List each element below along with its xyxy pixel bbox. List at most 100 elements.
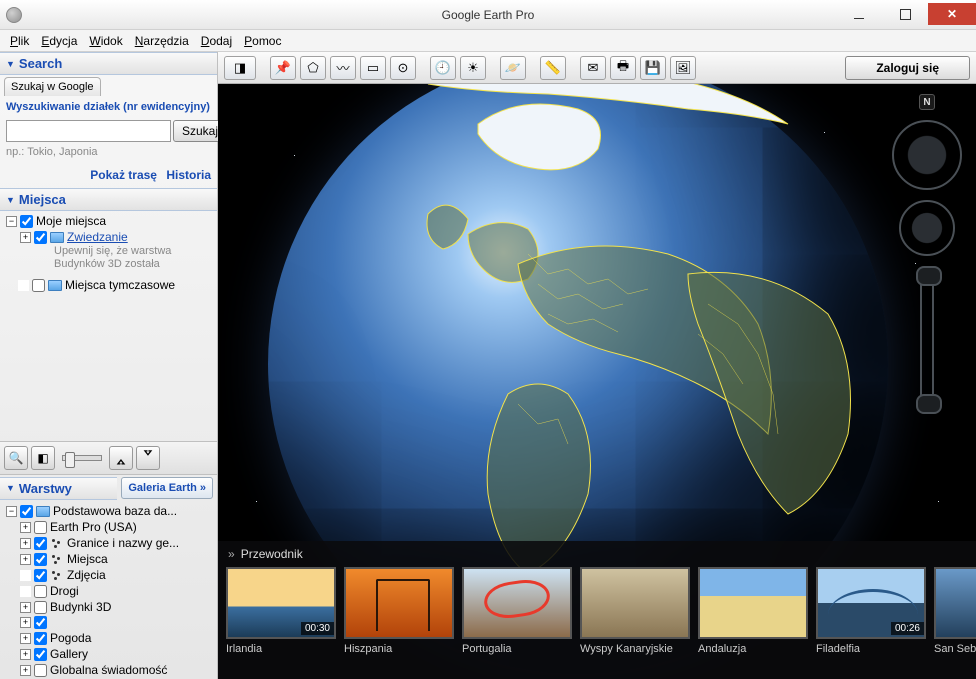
find-place-button[interactable]: 🔍 (4, 446, 28, 470)
main-area: ◨ 📌 ⬠ 〰 ▭ ⊙ 🕘 ☀ 🪐 📏 ✉ 🖶 💾 🖼 Zaloguj się (218, 52, 976, 679)
layer-checkbox[interactable] (34, 569, 47, 582)
maximize-button[interactable] (882, 3, 928, 25)
expand-icon[interactable]: + (20, 538, 31, 549)
layer-checkbox[interactable] (20, 505, 33, 518)
expand-icon[interactable]: + (20, 602, 31, 613)
planet-button[interactable]: 🪐 (500, 56, 526, 80)
polygon-button[interactable]: ⬠ (300, 56, 326, 80)
panel-toggle-button[interactable]: ◧ (31, 446, 55, 470)
layer-row[interactable]: + (6, 615, 217, 630)
tour-thumb-image (698, 567, 808, 639)
tree-temp-places[interactable]: Miejsca tymczasowe (6, 277, 217, 293)
layer-row[interactable]: Zdjęcia (6, 567, 217, 583)
show-route-link[interactable]: Pokaż trasę (90, 168, 157, 182)
layer-row[interactable]: +Globalna świadomość (6, 662, 217, 678)
layer-row[interactable]: +Miejsca (6, 551, 217, 567)
menu-view[interactable]: Widok (83, 32, 128, 50)
print-button[interactable]: 🖶 (610, 56, 636, 80)
tour-label: Hiszpania (344, 639, 454, 655)
tour-thumb[interactable]: Andaluzja (698, 567, 808, 655)
email-button[interactable]: ✉ (580, 56, 606, 80)
tour-thumb[interactable]: Portugalia (462, 567, 572, 655)
layer-checkbox[interactable] (34, 616, 47, 629)
expand-icon[interactable]: + (20, 554, 31, 565)
folder-icon (50, 232, 64, 243)
expand-icon[interactable]: + (20, 522, 31, 533)
tab-search-google[interactable]: Szukaj w Google (4, 77, 101, 96)
menu-file[interactable]: Plik (4, 32, 35, 50)
expand-icon[interactable]: + (20, 617, 31, 628)
tour-thumb-image (580, 567, 690, 639)
search-input[interactable] (6, 120, 171, 142)
move-up-button[interactable]: 🢕 (109, 446, 133, 470)
north-indicator[interactable]: N (919, 94, 935, 110)
zoom-slider[interactable] (920, 270, 934, 410)
close-button[interactable] (928, 3, 976, 25)
path-button[interactable]: 〰 (330, 56, 356, 80)
layer-row[interactable]: −Podstawowa baza da... (6, 503, 217, 519)
layer-checkbox[interactable] (34, 664, 47, 677)
tour-thumb[interactable]: Hiszpania (344, 567, 454, 655)
main-toolbar: ◨ 📌 ⬠ 〰 ▭ ⊙ 🕘 ☀ 🪐 📏 ✉ 🖶 💾 🖼 Zaloguj się (218, 52, 976, 84)
menu-help[interactable]: Pomoc (238, 32, 287, 50)
history-link[interactable]: Historia (166, 168, 211, 182)
layers-panel-header[interactable]: Warstwy (0, 477, 117, 500)
layer-row[interactable]: +Granice i nazwy ge... (6, 535, 217, 551)
layer-row[interactable]: +Budynki 3D (6, 599, 217, 615)
image-overlay-button[interactable]: ▭ (360, 56, 386, 80)
expand-icon[interactable]: + (20, 633, 31, 644)
history-button[interactable]: 🕘 (430, 56, 456, 80)
globe-viewport[interactable]: N Przewodnik 00:30Irlandia Hiszpania Portu… (218, 84, 976, 679)
layer-checkbox[interactable] (34, 632, 47, 645)
sunlight-button[interactable]: ☀ (460, 56, 486, 80)
tour-guide-header[interactable]: Przewodnik (241, 547, 303, 561)
layer-label: Drogi (50, 584, 79, 598)
layer-row[interactable]: +Gallery (6, 646, 217, 662)
tour-label: Wyspy Kanaryjskie (580, 639, 690, 655)
tour-thumb[interactable]: 00:30Irlandia (226, 567, 336, 655)
layer-checkbox[interactable] (34, 601, 47, 614)
move-down-button[interactable]: 🢗 (136, 446, 160, 470)
login-button[interactable]: Zaloguj się (845, 56, 970, 80)
layer-row[interactable]: +Earth Pro (USA) (6, 519, 217, 535)
expand-icon[interactable]: + (20, 665, 31, 676)
tour-thumb[interactable]: 00:26Filadelfia (816, 567, 926, 655)
ruler-button[interactable]: 📏 (540, 56, 566, 80)
move-joystick[interactable] (899, 200, 955, 256)
layer-checkbox[interactable] (34, 537, 47, 550)
menu-edit[interactable]: Edycja (35, 32, 83, 50)
look-joystick[interactable] (892, 120, 962, 190)
search-panel-header[interactable]: Search (0, 52, 217, 75)
window-title: Google Earth Pro (442, 8, 535, 22)
tour-duration: 00:30 (301, 622, 334, 635)
tab-search-parcels[interactable]: Wyszukiwanie działek (nr ewidencyjny) (4, 98, 210, 116)
record-tour-button[interactable]: ⊙ (390, 56, 416, 80)
menu-add[interactable]: Dodaj (195, 32, 238, 50)
layer-row[interactable]: +Pogoda (6, 630, 217, 646)
menu-tools[interactable]: Narzędzia (129, 32, 195, 50)
layer-checkbox[interactable] (34, 648, 47, 661)
sidebar-toggle-button[interactable]: ◨ (224, 56, 256, 80)
tour-thumb-image (344, 567, 454, 639)
tour-thumb[interactable]: San Sebastián (934, 567, 976, 655)
placemark-button[interactable]: 📌 (270, 56, 296, 80)
layer-dots-icon (50, 537, 64, 549)
save-image-button[interactable]: 💾 (640, 56, 666, 80)
expand-icon[interactable]: + (20, 649, 31, 660)
tree-sightseeing[interactable]: +Zwiedzanie (6, 229, 217, 245)
opacity-slider[interactable] (62, 455, 102, 461)
view-in-maps-button[interactable]: 🖼 (670, 56, 696, 80)
checkbox-my-places[interactable] (20, 215, 33, 228)
checkbox-temp-places[interactable] (32, 279, 45, 292)
checkbox-sightseeing[interactable] (34, 231, 47, 244)
layer-row[interactable]: Drogi (6, 583, 217, 599)
layer-checkbox[interactable] (34, 521, 47, 534)
layer-checkbox[interactable] (34, 585, 47, 598)
earth-gallery-button[interactable]: Galeria Earth » (121, 477, 213, 499)
minimize-button[interactable] (836, 3, 882, 25)
places-panel-header[interactable]: Miejsca (0, 188, 217, 211)
collapse-icon[interactable]: − (6, 506, 17, 517)
tour-thumb[interactable]: Wyspy Kanaryjskie (580, 567, 690, 655)
tree-my-places[interactable]: −Moje miejsca (6, 213, 217, 229)
layer-checkbox[interactable] (34, 553, 47, 566)
